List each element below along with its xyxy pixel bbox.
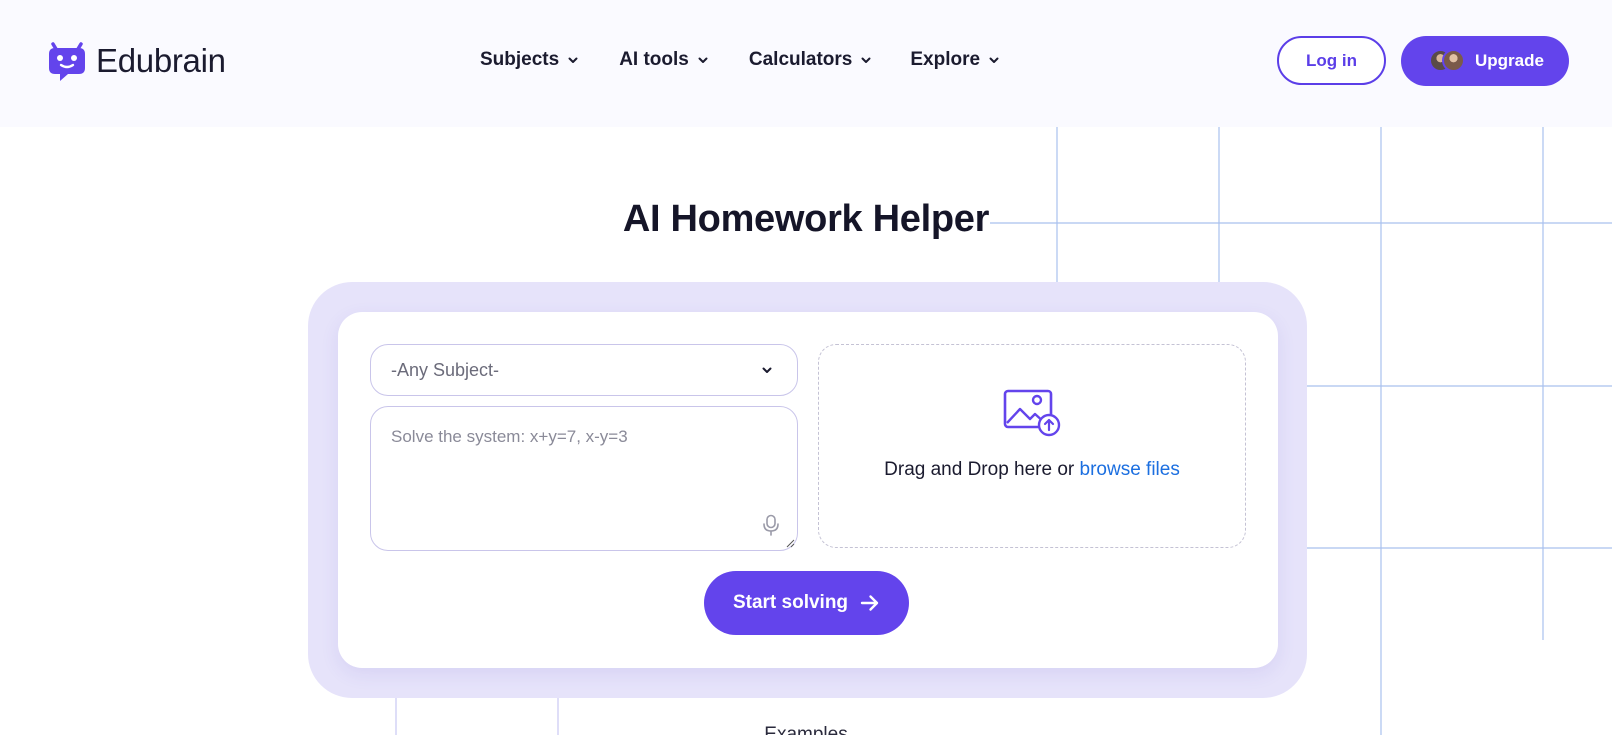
dropzone-text: Drag and Drop here or browse files <box>819 459 1245 481</box>
arrow-right-icon <box>860 595 879 611</box>
chevron-down-icon <box>698 57 708 63</box>
question-field <box>370 406 798 551</box>
nav-item-ai-tools[interactable]: AI tools <box>619 44 709 76</box>
upgrade-button-label: Upgrade <box>1475 51 1544 70</box>
microphone-icon[interactable] <box>761 514 781 536</box>
robot-chat-logo-icon <box>49 42 85 81</box>
resize-handle-icon[interactable] <box>786 539 795 548</box>
image-upload-icon <box>1003 389 1061 437</box>
chevron-down-icon <box>568 57 578 63</box>
site-header: Edubrain Subjects AI tools Calculators E… <box>0 0 1612 127</box>
start-solving-button[interactable]: Start solving <box>704 571 909 635</box>
nav-item-label: AI tools <box>619 49 689 70</box>
chevron-down-icon <box>762 367 772 373</box>
nav-item-label: Subjects <box>480 49 560 70</box>
nav-item-calculators[interactable]: Calculators <box>749 44 872 76</box>
login-button-label: Log in <box>1306 50 1357 70</box>
question-input[interactable] <box>371 407 797 550</box>
chevron-down-icon <box>861 57 871 63</box>
login-button[interactable]: Log in <box>1277 36 1386 85</box>
start-solving-label: Start solving <box>732 592 849 613</box>
nav-item-label: Explore <box>910 49 981 70</box>
subject-select-value: -Any Subject- <box>391 359 500 380</box>
nav-item-subjects[interactable]: Subjects <box>480 44 579 76</box>
brand-logo[interactable]: Edubrain <box>46 40 226 82</box>
file-dropzone[interactable]: Drag and Drop here or browse files <box>818 344 1246 548</box>
page-title: AI Homework Helper <box>622 198 990 240</box>
user-avatars <box>1429 49 1465 73</box>
avatar <box>1442 49 1465 72</box>
dropzone-instruction: Drag and Drop here or <box>884 459 1080 480</box>
examples-heading: Examples <box>764 724 848 735</box>
upgrade-button[interactable]: Upgrade <box>1401 36 1569 86</box>
chevron-down-icon <box>989 57 999 63</box>
nav-item-label: Calculators <box>748 49 853 70</box>
subject-select[interactable]: -Any Subject- <box>370 344 798 396</box>
nav-item-explore[interactable]: Explore <box>910 44 1000 76</box>
browse-files-link[interactable]: browse files <box>1080 459 1180 480</box>
solver-card: -Any Subject- Drag and Drop here or brow… <box>338 312 1278 668</box>
brand-name: Edubrain <box>96 42 226 79</box>
main-nav: Subjects AI tools Calculators Explore <box>480 44 1000 76</box>
